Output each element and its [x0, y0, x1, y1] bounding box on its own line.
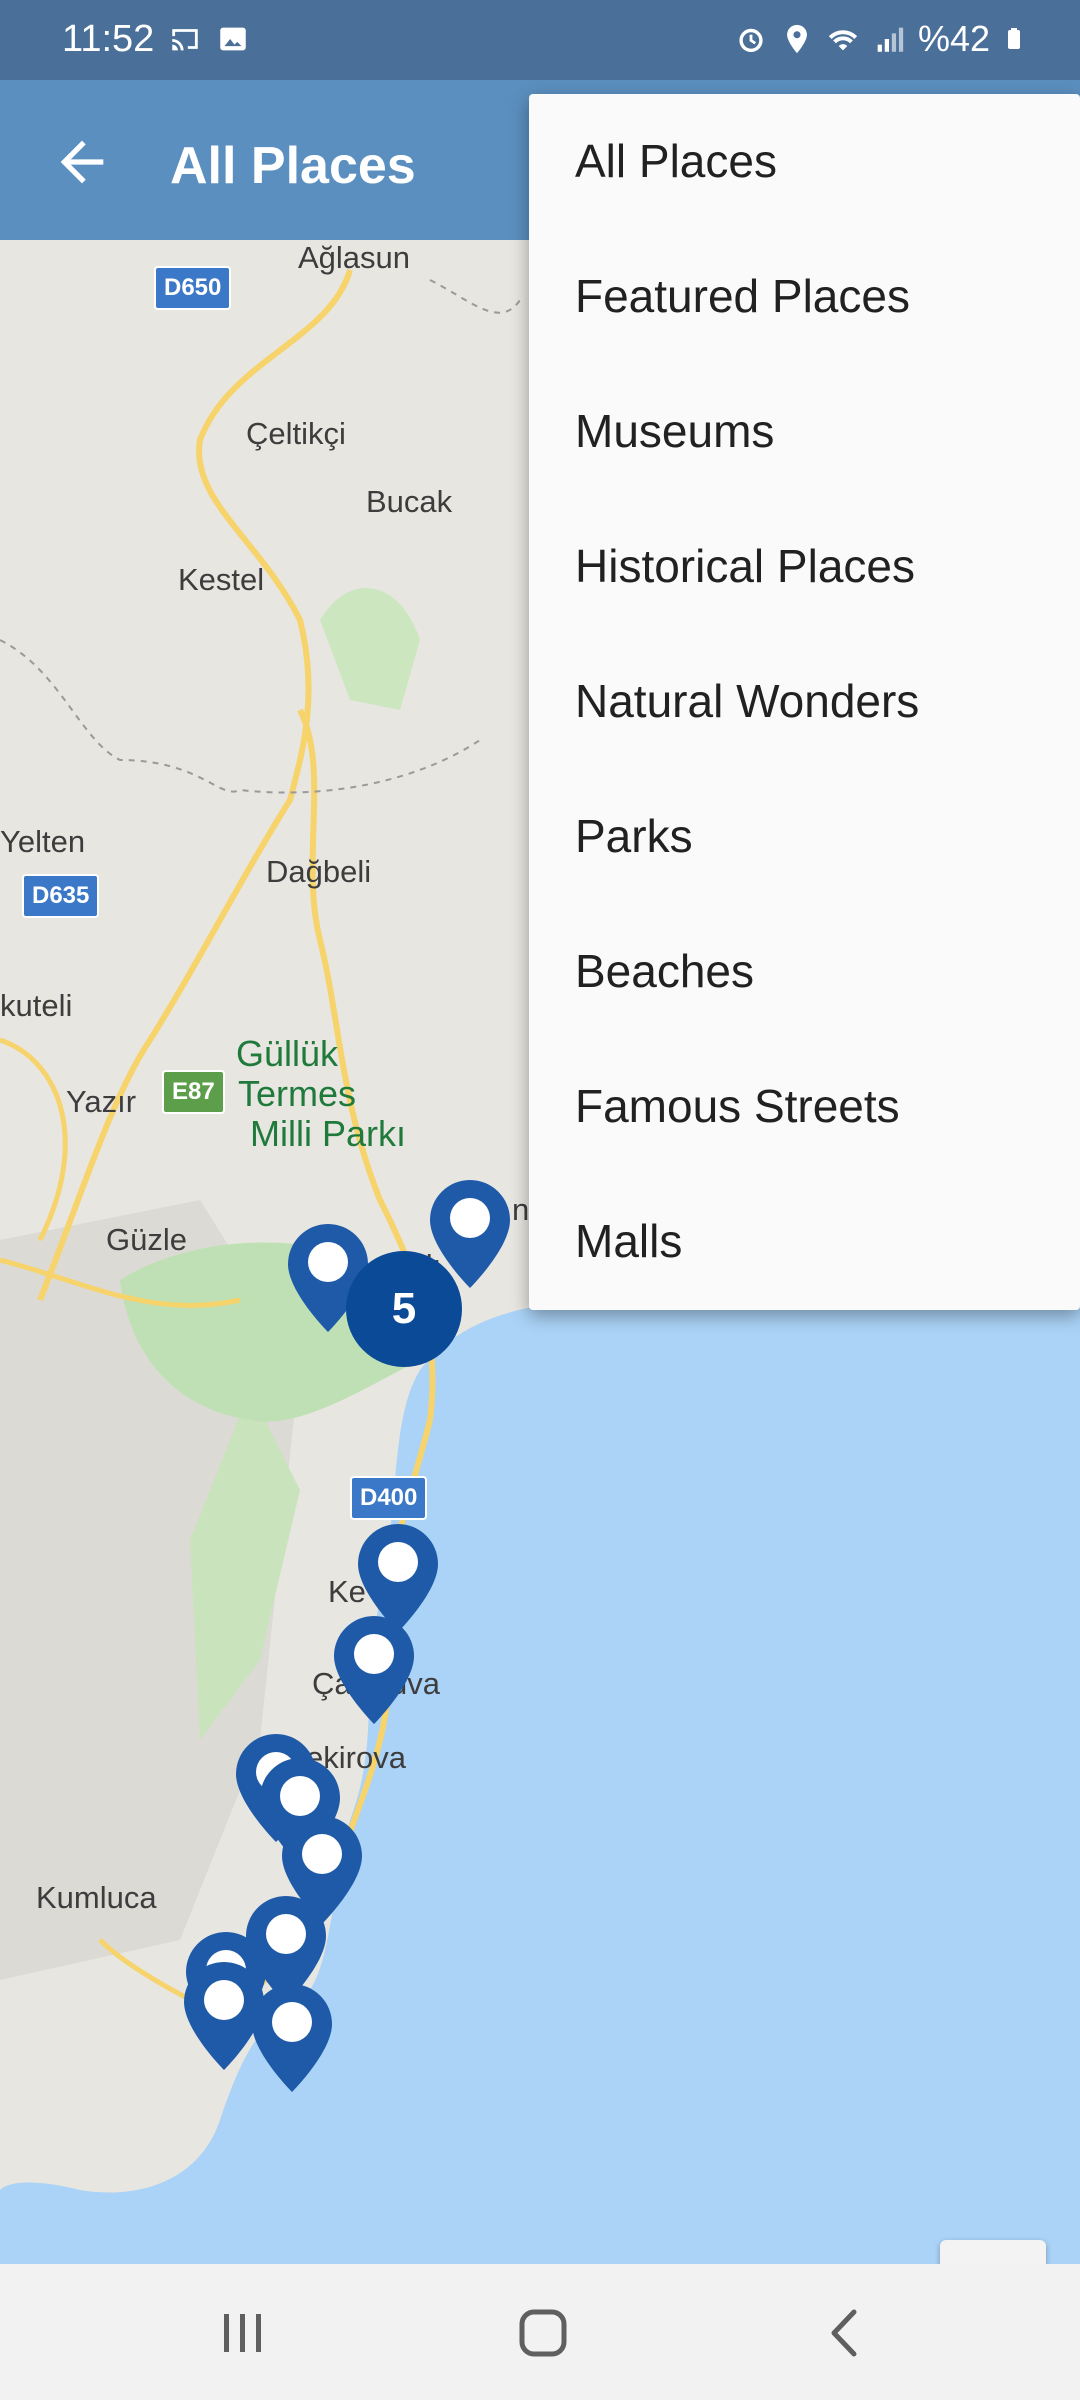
alarm-icon [739, 28, 763, 53]
status-left-icons [168, 22, 250, 56]
map-label-celtikci: Çeltikçi [246, 416, 346, 451]
menu-item-all-places[interactable]: All Places [529, 94, 1080, 229]
arrow-back-icon[interactable] [50, 130, 114, 194]
image-icon [220, 27, 246, 51]
menu-item-museums[interactable]: Museums [529, 364, 1080, 499]
place-pin-marker[interactable] [332, 1614, 416, 1726]
battery-percent: %42 [917, 18, 990, 59]
road-shield-d400: D400 [350, 1476, 428, 1520]
wifi-icon [828, 30, 858, 51]
place-cluster-marker[interactable]: 5 [346, 1251, 462, 1367]
page-title: All Places [170, 137, 416, 195]
map-label-kuteli: kuteli [0, 988, 73, 1023]
category-dropdown-menu: All Places Featured Places Museums Histo… [529, 94, 1080, 1310]
map-label-kestel: Kestel [178, 562, 265, 597]
place-pin-marker[interactable] [250, 1982, 334, 2094]
system-nav-bar [0, 2264, 1080, 2400]
status-bar: 11:52 %42 [0, 0, 1080, 80]
road-shield-e87: E87 [162, 1070, 225, 1114]
map-label-guzle: Güzle [106, 1222, 187, 1257]
menu-item-featured-places[interactable]: Featured Places [529, 229, 1080, 364]
status-time: 11:52 [62, 18, 155, 60]
map-label-aglasun: Ağlasun [298, 240, 411, 275]
map-label-dagbeli: Dağbeli [266, 854, 372, 889]
status-right-icons: %42 [734, 18, 1026, 60]
menu-item-parks[interactable]: Parks [529, 769, 1080, 904]
location-icon [787, 24, 807, 54]
cast-icon [172, 29, 198, 51]
menu-item-beaches[interactable]: Beaches [529, 904, 1080, 1039]
recent-apps-icon[interactable] [208, 2298, 278, 2368]
map-label-yelten: Yelten [0, 824, 86, 859]
map-label-bucak: Bucak [366, 484, 453, 519]
road-shield-d650: D650 [154, 266, 232, 310]
map-label-milli: Milli Parkı [250, 1113, 407, 1154]
menu-item-natural-wonders[interactable]: Natural Wonders [529, 634, 1080, 769]
road-shield-d635: D635 [22, 874, 100, 918]
zoom-in-button[interactable]: + [940, 2240, 1046, 2264]
zoom-controls: + − [940, 2240, 1046, 2264]
home-icon[interactable] [508, 2298, 578, 2368]
map-label-termes: Termes [238, 1073, 357, 1114]
battery-icon [1008, 28, 1020, 49]
map-label-yazir: Yazır [66, 1084, 137, 1119]
map-label-gulluk: Güllük [236, 1033, 339, 1074]
signal-icon [877, 27, 904, 52]
back-icon[interactable] [810, 2298, 880, 2368]
menu-item-famous-streets[interactable]: Famous Streets [529, 1039, 1080, 1174]
menu-item-malls[interactable]: Malls [529, 1174, 1080, 1309]
menu-item-historical-places[interactable]: Historical Places [529, 499, 1080, 634]
map-label-kumluca: Kumluca [36, 1880, 157, 1915]
